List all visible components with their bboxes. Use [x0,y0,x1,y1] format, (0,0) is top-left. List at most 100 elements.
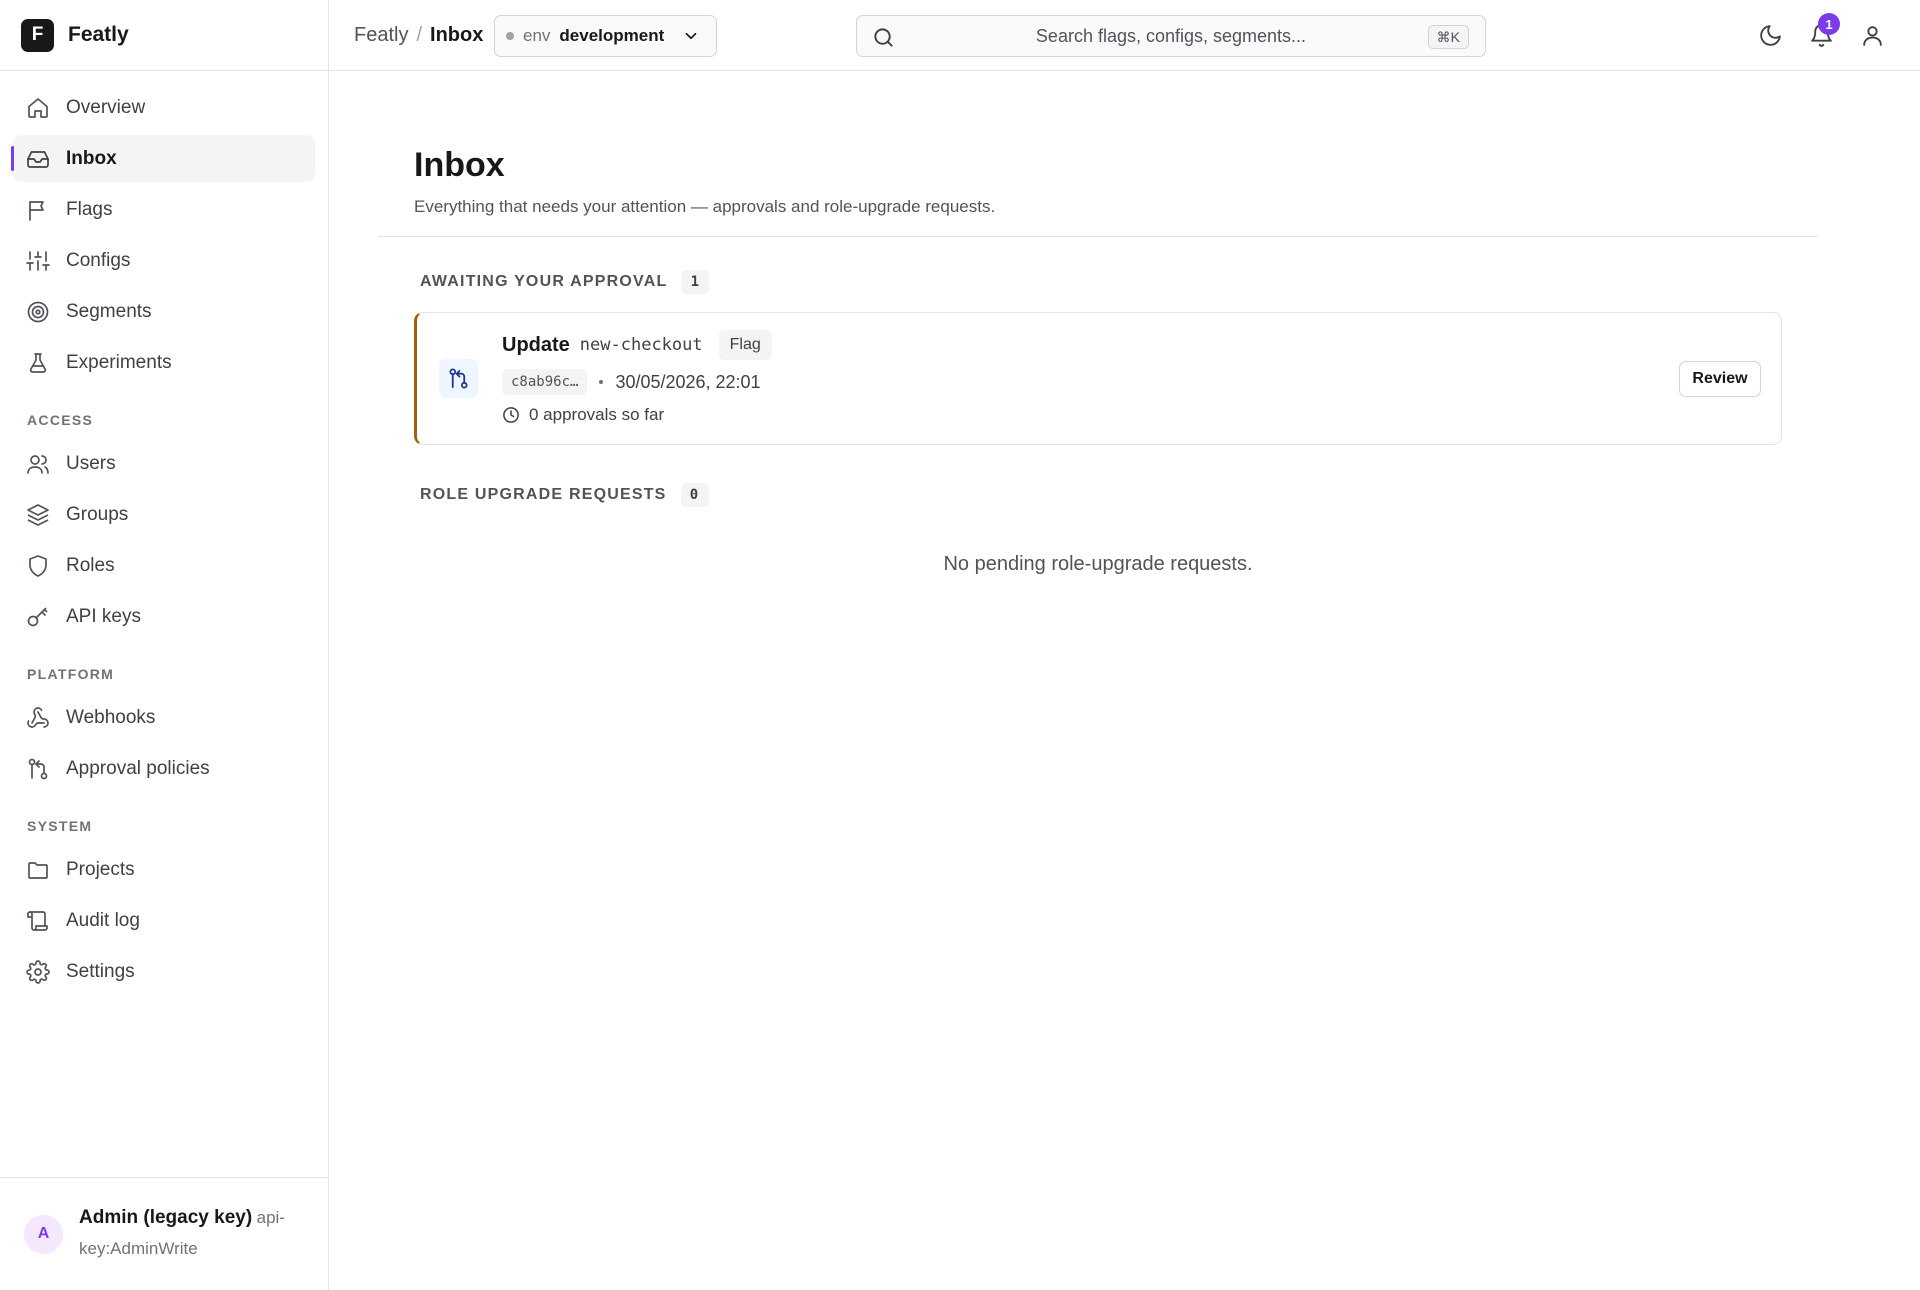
layers-icon [27,503,49,526]
sidebar-item-groups[interactable]: Groups [13,491,315,538]
search-icon [874,28,893,47]
sidebar-item-audit-log[interactable]: Audit log [13,897,315,944]
section-label-access: ACCESS [27,412,94,428]
sidebar-item-label: Webhooks [66,706,156,728]
resource-type-badge: Flag [718,330,772,360]
scroll-icon [27,910,48,931]
git-pull-request-icon [449,368,468,389]
approvals-heading-label: AWAITING YOUR APPROVAL [420,273,668,290]
sidebar-item-label: Flags [66,198,113,220]
user-menu[interactable]: A Admin (legacy key) api-key:AdminWrite [0,1177,328,1290]
card-title-row: Update new-checkout Flag [502,330,772,360]
user-info: Admin (legacy key) api-key:AdminWrite [79,1203,299,1265]
user-name: Admin (legacy key) [79,1207,253,1228]
environment-select[interactable]: env development [494,15,717,57]
meta-separator [599,380,604,384]
breadcrumb-current: Inbox [430,23,484,46]
card-type-icon [439,359,478,398]
section-label-system: SYSTEM [27,818,93,834]
sidebar-item-roles[interactable]: Roles [13,542,315,589]
sidebar-item-label: Projects [66,858,135,880]
flag-key: new-checkout [579,335,703,355]
sidebar-item-label: Settings [66,960,135,982]
empty-state-message: No pending role-upgrade requests. [943,553,1253,575]
user-icon[interactable] [1860,23,1885,48]
breadcrumb: Featly / Inbox [354,24,483,47]
gear-icon [26,959,50,984]
brand-name: Featly [68,23,129,46]
sidebar-item-api-keys[interactable]: API keys [13,593,315,640]
review-button[interactable]: Review [1679,361,1761,397]
breadcrumb-root[interactable]: Featly [354,24,408,47]
role-requests-section-heading: ROLE UPGRADE REQUESTS 0 [420,483,709,507]
sidebar-item-configs[interactable]: Configs [13,237,315,284]
inbox-icon [27,150,49,168]
breadcrumb-separator: / [416,23,423,46]
sidebar-item-projects[interactable]: Projects [13,846,315,893]
sidebar: F Featly Overview Inbox Flags Configs Se… [0,0,329,1290]
page-description: Everything that needs your attention — a… [414,197,996,216]
webhook-icon [27,706,49,728]
env-label: env [523,26,551,45]
folder-icon [28,861,48,879]
page-header: Inbox Everything that needs your attenti… [414,146,995,217]
card-meta-row: c8ab96c… 30/05/2026, 22:01 [502,369,761,395]
notification-badge: 1 [1818,13,1840,35]
sidebar-item-overview[interactable]: Overview [13,84,315,131]
sidebar-item-experiments[interactable]: Experiments [13,339,315,386]
notifications-button[interactable]: 1 [1809,13,1840,48]
avatar: A [24,1214,63,1254]
key-icon [27,607,48,626]
sidebar-item-label: Audit log [66,909,140,931]
topbar: Featly / Inbox env development Search fl… [329,0,1920,71]
sidebar-item-label: Overview [66,96,146,118]
sidebar-item-users[interactable]: Users [13,440,315,487]
sidebar-item-approval-policies[interactable]: Approval policies [13,745,315,792]
sidebar-item-label: Groups [66,503,129,525]
sidebar-item-inbox[interactable]: Inbox [11,135,315,182]
section-label-platform: PLATFORM [27,666,115,682]
change-hash: c8ab96c… [502,369,588,395]
topbar-actions: 1 [1758,0,1885,71]
users-icon [27,454,49,474]
sidebar-item-label: Inbox [66,147,117,169]
sidebar-item-segments[interactable]: Segments [13,288,315,335]
approvals-count-badge: 1 [681,270,710,294]
search-shortcut: ⌘K [1427,25,1469,49]
sidebar-item-label: Segments [66,300,152,322]
page-title: Inbox [414,146,505,184]
sidebar-item-label: Approval policies [66,757,210,779]
divider [378,236,1818,237]
approvals-section-heading: AWAITING YOUR APPROVAL 1 [420,270,710,294]
approval-count-text: 0 approvals so far [529,405,665,424]
change-action: Update [502,333,570,356]
sidebar-item-label: Users [66,452,116,474]
main-content: Inbox Everything that needs your attenti… [329,71,1920,1290]
search-input[interactable]: Search flags, configs, segments... ⌘K [856,15,1486,57]
sidebar-item-label: Configs [66,249,131,271]
chevron-down-icon [685,32,697,40]
clock-icon [503,407,519,423]
search-placeholder: Search flags, configs, segments... [1035,25,1307,46]
home-icon [28,97,48,118]
flag-icon [29,200,44,221]
role-requests-count-badge: 0 [680,483,709,507]
moon-icon[interactable] [1758,23,1783,48]
git-pull-request-icon [28,758,48,779]
role-requests-heading-label: ROLE UPGRADE REQUESTS [420,486,667,503]
sidebar-nav: Overview Inbox Flags Configs Segments Ex… [0,71,328,995]
approval-status: 0 approvals so far [502,405,664,425]
approval-request-card[interactable]: Update new-checkout Flag c8ab96c… 30/05/… [414,312,1782,445]
sidebar-item-webhooks[interactable]: Webhooks [13,694,315,741]
shield-icon [29,554,47,577]
sidebar-item-label: Roles [66,554,115,576]
env-value: development [559,26,665,45]
target-icon [27,301,49,322]
sidebar-item-flags[interactable]: Flags [13,186,315,233]
brand[interactable]: F Featly [0,0,328,71]
sidebar-item-settings[interactable]: Settings [13,948,315,995]
flask-icon [29,352,47,373]
sliders-icon [26,250,50,271]
sidebar-item-label: API keys [66,605,141,627]
brand-logo: F [21,18,54,52]
